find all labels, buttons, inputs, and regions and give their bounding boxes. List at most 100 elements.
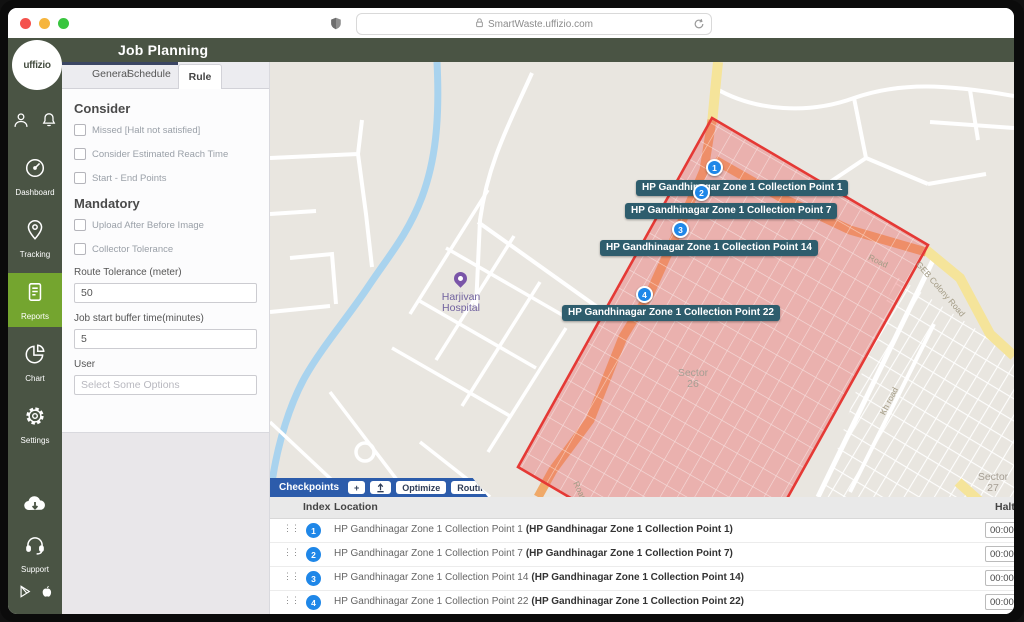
map-canvas[interactable]: HarjivanHospital Sector26 Sector27 Road … [270,62,1014,497]
route-tolerance-input[interactable] [74,283,257,303]
checkbox-box[interactable] [74,148,86,160]
page-header: Job Planning [8,38,1014,62]
tracking-pin-icon [23,218,47,247]
checkpoints-title: Checkpoints [279,482,339,493]
collection-point-badge-3[interactable]: HP Gandhinagar Zone 1 Collection Point 1… [600,240,818,256]
sidebar-item-reports[interactable]: Reports [8,273,62,327]
column-index: Index [303,501,330,513]
tab-schedule[interactable]: Schedule [127,68,171,80]
checkbox-estimated-reach[interactable]: Consider Estimated Reach Time [74,148,257,160]
checkbox-box[interactable] [74,243,86,255]
drag-handle-icon[interactable]: ⋮⋮ [283,547,299,558]
sidebar-item-label: Reports [21,312,49,321]
add-checkpoint-button[interactable]: + [348,481,365,494]
table-row[interactable]: ⋮⋮ 1 HP Gandhinagar Zone 1 Collection Po… [270,519,1014,543]
table-row[interactable]: ⋮⋮ 4 HP Gandhinagar Zone 1 Collection Po… [270,591,1014,614]
tab-rule[interactable]: Rule [178,64,222,89]
drag-handle-icon[interactable]: ⋮⋮ [283,571,299,582]
mandatory-heading: Mandatory [74,196,257,211]
cloud-download-button[interactable] [8,486,62,526]
map-marker-2[interactable]: 2 [693,184,710,201]
column-halt: Halt [995,501,1014,513]
notifications-bell-icon[interactable] [39,110,59,135]
checkbox-start-end[interactable]: Start - End Points [74,172,257,184]
sector-27-label: Sector27 [970,472,1014,494]
checkbox-upload-image[interactable]: Upload After Before Image [74,219,257,231]
buffer-time-input[interactable] [74,329,257,349]
hospital-label: HarjivanHospital [426,292,496,314]
halt-time-input[interactable] [985,570,1014,586]
panel-tabbar: General Schedule Rule [62,62,269,89]
halt-time-input[interactable] [985,546,1014,562]
user-label: User [74,359,257,370]
tab-general[interactable]: General [92,68,129,80]
collection-point-badge-1[interactable]: HP Gandhinagar Zone 1 Collection Point 1 [636,180,848,196]
table-header: Index Location Halt [270,497,1014,519]
route-tolerance-label: Route Tolerance (meter) [74,267,257,278]
google-play-icon[interactable] [18,584,32,604]
checkbox-collector-tolerance[interactable]: Collector Tolerance [74,243,257,255]
sidebar-item-tracking[interactable]: Tracking [8,211,62,265]
app-window-frame: SmartWaste.uffizio.com Job Planning uffi… [0,0,1024,622]
reload-icon[interactable] [693,18,705,33]
location-cell: HP Gandhinagar Zone 1 Collection Point 7… [334,548,733,559]
index-badge: 2 [306,547,321,562]
url-text: SmartWaste.uffizio.com [488,19,593,30]
apple-icon[interactable] [39,584,53,604]
headset-icon [23,533,47,562]
index-badge: 3 [306,571,321,586]
lock-icon [475,17,484,31]
job-planning-panel: General Schedule Rule Consider Missed [H… [62,62,270,433]
optimize-button[interactable]: Optimize [396,481,446,494]
sector-26-label: Sector26 [668,368,718,390]
checkpoints-banner: Checkpoints + Optimize Routing [270,478,488,497]
index-badge: 4 [306,595,321,610]
map-marker-4[interactable]: 4 [636,286,653,303]
halt-time-input[interactable] [985,522,1014,538]
table-row[interactable]: ⋮⋮ 3 HP Gandhinagar Zone 1 Collection Po… [270,567,1014,591]
consider-heading: Consider [74,101,257,116]
reports-document-icon [23,280,47,309]
checkbox-box[interactable] [74,124,86,136]
halt-time-input[interactable] [985,594,1014,610]
tabbar-accent [62,62,178,65]
drag-handle-icon[interactable]: ⋮⋮ [283,595,299,606]
buffer-time-label: Job start buffer time(minutes) [74,313,257,324]
column-location: Location [334,501,378,513]
sidebar-item-settings[interactable]: Settings [8,397,62,451]
location-cell: HP Gandhinagar Zone 1 Collection Point 1… [334,524,733,535]
panel-background [62,433,270,614]
checkbox-missed[interactable]: Missed [Halt not satisfied] [74,124,257,136]
map-marker-3[interactable]: 3 [672,221,689,238]
sidebar-item-label: Chart [25,374,45,383]
collection-point-badge-2[interactable]: HP Gandhinagar Zone 1 Collection Point 7 [625,203,837,219]
location-cell: HP Gandhinagar Zone 1 Collection Point 1… [334,572,744,583]
sidebar-item-label: Settings [21,436,50,445]
sidebar-item-chart[interactable]: Chart [8,335,62,389]
privacy-shield-icon[interactable] [330,17,342,35]
drag-handle-icon[interactable]: ⋮⋮ [283,523,299,534]
user-icon[interactable] [11,110,31,135]
close-window-button[interactable] [20,18,31,29]
table-row[interactable]: ⋮⋮ 2 HP Gandhinagar Zone 1 Collection Po… [270,543,1014,567]
rule-form: Consider Missed [Halt not satisfied] Con… [62,89,269,403]
checkpoints-table: Index Location Halt ⋮⋮ 1 HP Gandhinagar … [270,497,1014,614]
address-bar[interactable]: SmartWaste.uffizio.com [356,13,712,35]
user-select-input[interactable] [74,375,257,395]
sidebar-item-label: Dashboard [15,188,54,197]
sidebar-item-dashboard[interactable]: Dashboard [8,149,62,203]
map-graphics [270,62,1014,497]
maximize-window-button[interactable] [58,18,69,29]
checkbox-box[interactable] [74,172,86,184]
collection-point-badge-4[interactable]: HP Gandhinagar Zone 1 Collection Point 2… [562,305,780,321]
upload-checkpoints-button[interactable] [370,481,391,494]
sidebar-item-support[interactable]: Support [8,526,62,580]
browser-toolbar: SmartWaste.uffizio.com [8,8,1014,39]
pie-chart-icon [23,342,47,371]
map-marker-1[interactable]: 1 [706,159,723,176]
minimize-window-button[interactable] [39,18,50,29]
sidebar-nav: Dashboard Tracking Reports Chart Setting… [8,62,62,614]
page-title: Job Planning [118,42,208,58]
checkbox-box[interactable] [74,219,86,231]
sidebar-item-label: Support [21,565,49,574]
